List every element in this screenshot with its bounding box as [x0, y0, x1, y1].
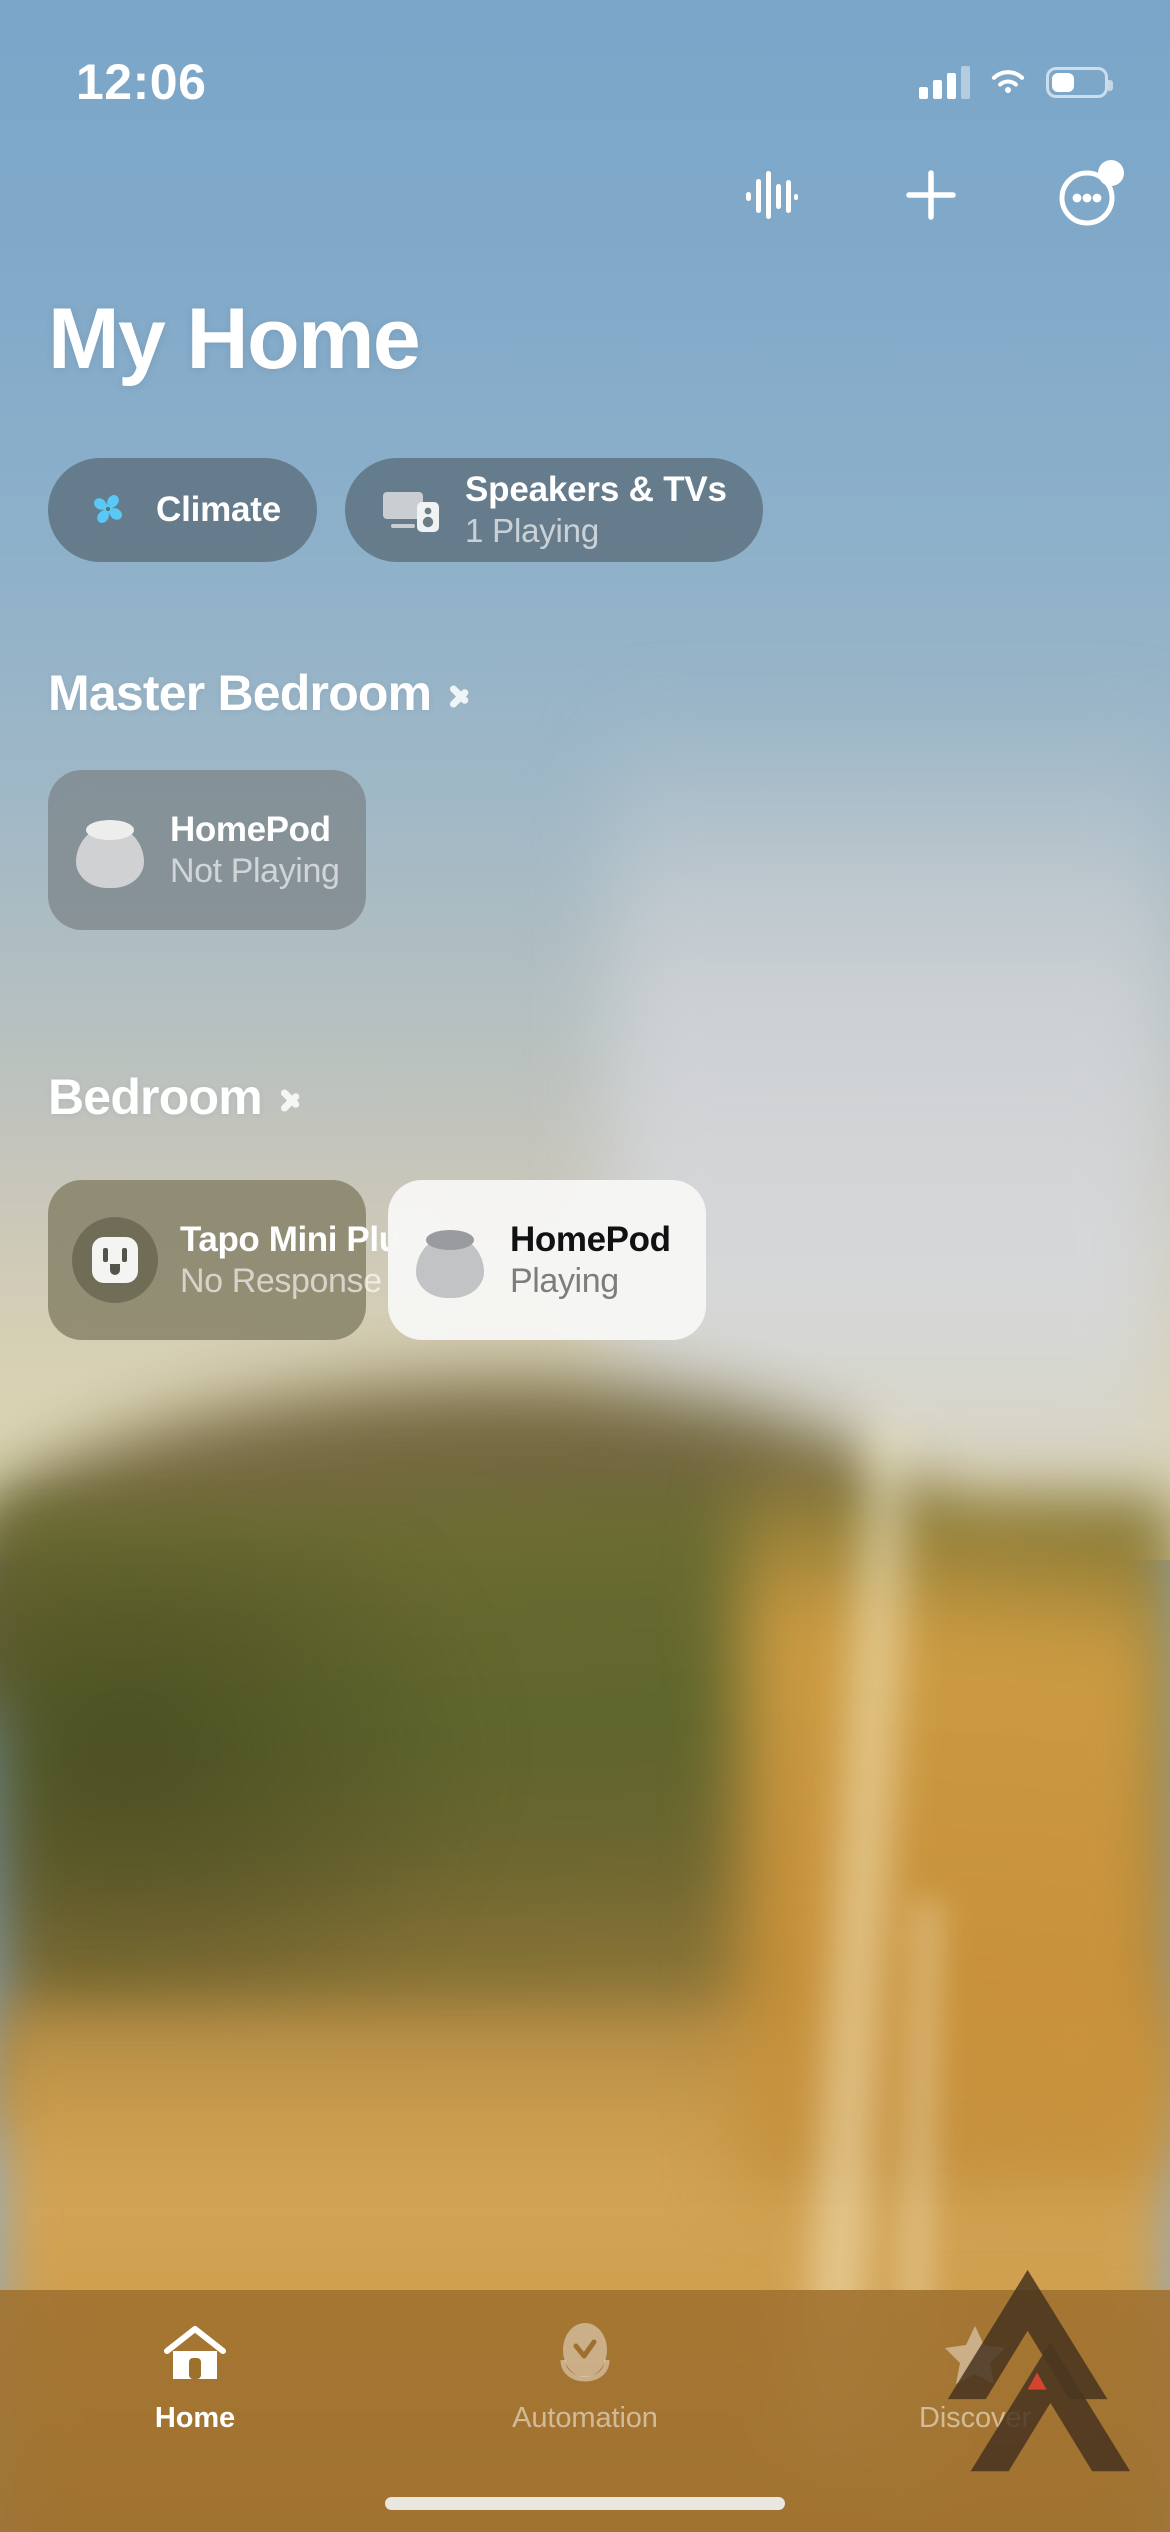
tab-home[interactable]: Home [45, 2318, 345, 2435]
accessory-card-texts: HomePod Playing [510, 1220, 671, 1301]
homepod-icon [412, 1222, 488, 1298]
status-pill-title: Speakers & TVs [465, 470, 727, 509]
wallpaper-shadow [0, 1540, 500, 2060]
power-outlet-icon [72, 1217, 158, 1303]
accessory-card-texts: HomePod Not Playing [170, 809, 340, 891]
accessory-card-homepod-master[interactable]: HomePod Not Playing [48, 770, 366, 930]
star-icon [939, 2318, 1011, 2390]
automation-clock-icon [552, 2318, 618, 2390]
fan-icon [94, 495, 122, 523]
accessory-row-bedroom: Tapo Mini Plug No Response HomePod Playi… [48, 1180, 706, 1340]
accessory-card-tapo-mini-plug[interactable]: Tapo Mini Plug No Response [48, 1180, 421, 1340]
tab-label: Home [154, 2402, 236, 2434]
tv-speaker-icon [383, 492, 440, 532]
status-pill-climate-texts: Climate [156, 490, 281, 530]
accessory-status: No Response [180, 1261, 382, 1300]
wifi-icon [991, 70, 1025, 94]
accessory-status: Not Playing [170, 851, 340, 890]
home-app-screen: 12:06 My Home Climate Speakers & TVs 1 P… [0, 0, 1170, 2532]
house-icon [159, 2318, 231, 2390]
status-pill-speakers-texts: Speakers & TVs 1 Playing [465, 470, 727, 550]
room-name: Master Bedroom [48, 665, 432, 721]
page-title: My Home [48, 291, 421, 387]
accessory-name: Tapo Mini Plug [180, 1219, 421, 1259]
accessory-card-homepod-bedroom[interactable]: HomePod Playing [388, 1180, 706, 1340]
status-pill-title: Climate [156, 490, 282, 529]
room-header-bedroom[interactable]: Bedroom [48, 1068, 302, 1126]
status-bar-indicators [919, 65, 1113, 99]
status-pill-subtitle: 1 Playing [465, 512, 599, 549]
accessory-card-texts: Tapo Mini Plug No Response [180, 1219, 421, 1301]
homepod-icon [72, 812, 148, 888]
accessory-name: HomePod [170, 809, 331, 849]
status-pill-speakers-tvs[interactable]: Speakers & TVs 1 Playing [345, 458, 763, 562]
chevron-right-icon [280, 1078, 302, 1116]
status-pill-row: Climate Speakers & TVs 1 Playing [48, 458, 763, 562]
tab-discover[interactable]: Discover [825, 2318, 1125, 2435]
more-options-icon[interactable] [1054, 158, 1128, 232]
tab-bar: Home Automation Discover [0, 2290, 1170, 2532]
chevron-right-icon [449, 674, 471, 712]
accessory-status: Playing [510, 1261, 619, 1300]
plus-icon[interactable] [894, 158, 968, 232]
tab-label: Automation [512, 2402, 658, 2434]
room-name: Bedroom [48, 1069, 263, 1125]
cellular-signal-icon [919, 65, 970, 99]
audio-waveform-icon[interactable] [734, 158, 808, 232]
top-nav-bar [734, 158, 1128, 232]
wallpaper-field-right [740, 1470, 1170, 2190]
tab-label: Discover [919, 2402, 1031, 2434]
battery-icon [1046, 66, 1113, 98]
status-bar-time: 12:06 [76, 54, 207, 110]
status-bar: 12:06 [0, 0, 1170, 140]
home-indicator [385, 2497, 785, 2510]
status-pill-climate[interactable]: Climate [48, 458, 318, 562]
accessory-name: HomePod [510, 1219, 671, 1259]
tab-automation[interactable]: Automation [435, 2318, 735, 2435]
accessory-row-master-bedroom: HomePod Not Playing [48, 770, 366, 930]
room-header-master-bedroom[interactable]: Master Bedroom [48, 664, 471, 722]
